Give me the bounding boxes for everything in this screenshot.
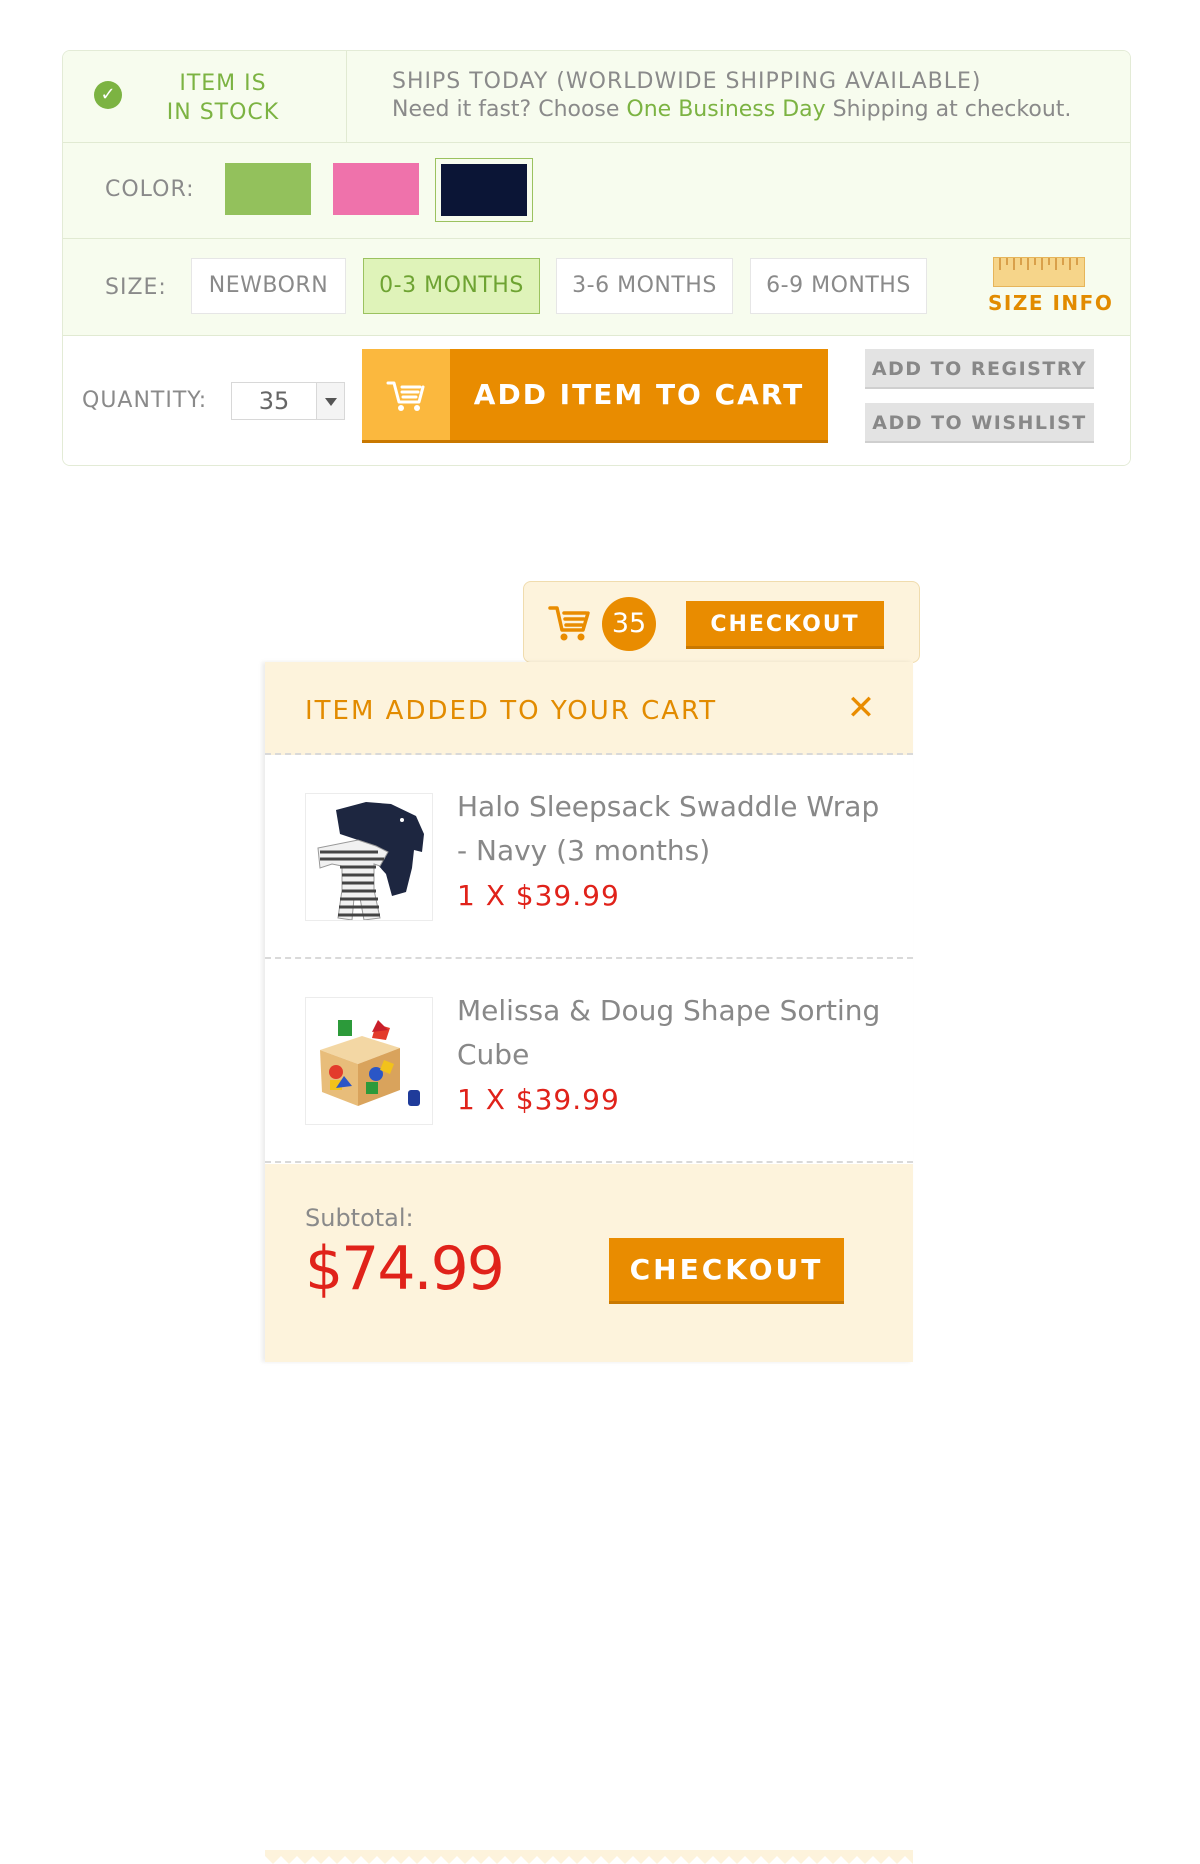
- product-options-panel: ✓ ITEM IS IN STOCK SHIPS TODAY (WORLDWID…: [62, 50, 1131, 466]
- cart-icon[interactable]: [548, 602, 592, 642]
- size-row: SIZE: NEWBORN 0-3 MONTHS 3-6 MONTHS 6-9 …: [63, 239, 1130, 336]
- stock-row: ✓ ITEM IS IN STOCK SHIPS TODAY (WORLDWID…: [63, 51, 1130, 143]
- cart-count-badge: 35: [602, 597, 656, 651]
- cart-dropdown-title: ITEM ADDED TO YOUR CART: [305, 696, 718, 726]
- size-label: SIZE:: [105, 275, 167, 300]
- size-option-6-9-months[interactable]: 6-9 MONTHS: [750, 258, 927, 314]
- quantity-row: QUANTITY: 35 ADD ITEM TO CART ADD TO REG…: [63, 336, 1130, 465]
- close-icon[interactable]: ✕: [845, 691, 877, 725]
- quantity-select[interactable]: 35: [231, 382, 345, 420]
- mini-cart-bar: 35 CHECKOUT: [523, 581, 920, 663]
- cart-item: Melissa & Doug Shape Sorting Cube 1 X $3…: [265, 959, 913, 1163]
- size-info-link[interactable]: SIZE INFO: [988, 291, 1112, 315]
- cart-item: Halo Sleepsack Swaddle Wrap - Navy (3 mo…: [265, 755, 913, 959]
- stock-status: ✓ ITEM IS IN STOCK: [63, 51, 347, 143]
- color-swatch-navy[interactable]: [435, 158, 533, 222]
- subtotal-value: $74.99: [305, 1234, 505, 1304]
- cart-item-price: 1 X $39.99: [457, 879, 620, 912]
- ships-today-text: SHIPS TODAY (WORLDWIDE SHIPPING AVAILABL…: [392, 69, 982, 94]
- checkout-button[interactable]: CHECKOUT: [609, 1238, 844, 1304]
- add-to-cart-label: ADD ITEM TO CART: [473, 378, 805, 411]
- shipping-hint: Need it fast? Choose One Business Day Sh…: [392, 97, 1071, 122]
- quantity-label: QUANTITY:: [82, 388, 208, 413]
- stock-status-line1: ITEM IS: [179, 71, 267, 96]
- mini-checkout-button[interactable]: CHECKOUT: [686, 601, 884, 649]
- color-row: COLOR:: [63, 143, 1130, 239]
- add-to-cart-button[interactable]: ADD ITEM TO CART: [362, 349, 828, 443]
- cart-item-name[interactable]: Melissa & Doug Shape Sorting Cube: [457, 989, 887, 1077]
- stock-status-text: ITEM IS IN STOCK: [123, 69, 323, 127]
- checkmark-icon: ✓: [94, 81, 122, 109]
- cart-item-name[interactable]: Halo Sleepsack Swaddle Wrap - Navy (3 mo…: [457, 785, 887, 873]
- add-to-wishlist-button[interactable]: ADD TO WISHLIST: [865, 403, 1094, 443]
- cart-dropdown-header: ITEM ADDED TO YOUR CART ✕: [265, 662, 913, 755]
- zigzag-edge: [265, 1850, 913, 1864]
- add-to-registry-button[interactable]: ADD TO REGISTRY: [865, 349, 1094, 389]
- shipping-hint-prefix: Need it fast? Choose: [392, 97, 627, 122]
- color-swatch-navy-fill: [441, 164, 527, 216]
- ruler-icon[interactable]: [993, 257, 1085, 287]
- stock-status-line2: IN STOCK: [166, 100, 280, 125]
- color-label: COLOR:: [105, 177, 195, 202]
- quantity-value: 35: [258, 387, 290, 415]
- color-swatch-pink[interactable]: [333, 163, 419, 215]
- subtotal-label: Subtotal:: [305, 1204, 414, 1232]
- size-option-3-6-months[interactable]: 3-6 MONTHS: [556, 258, 733, 314]
- size-option-0-3-months[interactable]: 0-3 MONTHS: [363, 258, 540, 314]
- shipping-hint-suffix: Shipping at checkout.: [825, 97, 1072, 122]
- cart-dropdown: ITEM ADDED TO YOUR CART ✕ Halo Sleepsack…: [265, 662, 913, 1864]
- color-swatch-green[interactable]: [225, 163, 311, 215]
- cart-item-price: 1 X $39.99: [457, 1083, 620, 1116]
- product-thumbnail-swaddle[interactable]: [305, 793, 433, 921]
- size-option-newborn[interactable]: NEWBORN: [191, 258, 346, 314]
- dropdown-arrow-icon[interactable]: [316, 383, 344, 419]
- product-thumbnail-shape-cube[interactable]: [305, 997, 433, 1125]
- cart-dropdown-footer: Subtotal: $74.99 CHECKOUT: [265, 1164, 913, 1864]
- cart-icon: [362, 349, 450, 440]
- shipping-hint-highlight: One Business Day: [626, 97, 826, 122]
